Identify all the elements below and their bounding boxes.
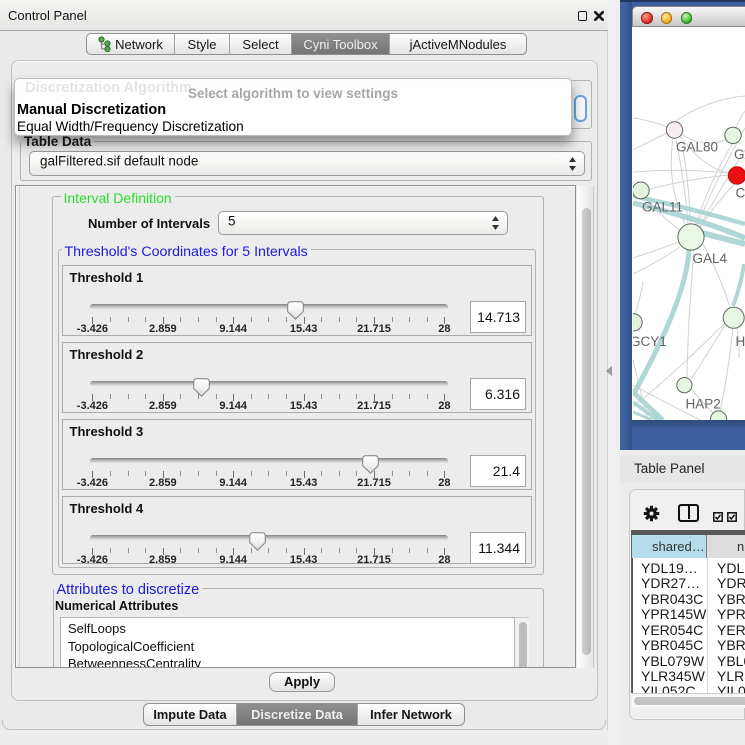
- svg-text:GAL11: GAL11: [642, 200, 683, 215]
- svg-text:GAL80: GAL80: [676, 140, 718, 155]
- svg-text:GA: GA: [734, 147, 745, 162]
- svg-text:H: H: [736, 334, 745, 349]
- svg-text:GCY1: GCY1: [633, 334, 667, 349]
- svg-text:C: C: [736, 186, 745, 201]
- svg-text:HAP2: HAP2: [686, 397, 721, 412]
- svg-text:GAL4: GAL4: [693, 251, 728, 266]
